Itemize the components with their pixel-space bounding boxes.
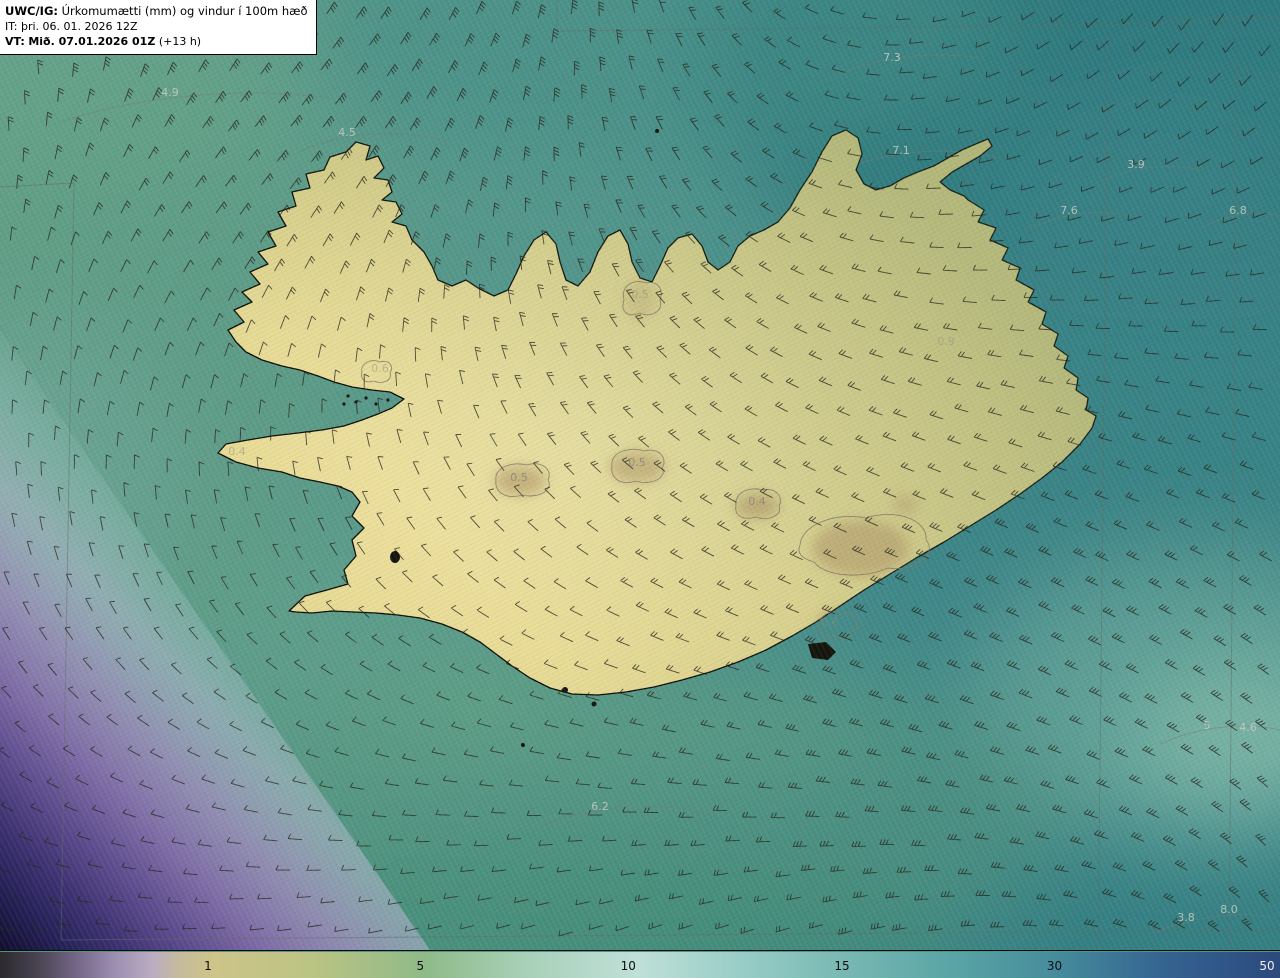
field-value-label: 7.1 xyxy=(892,144,910,157)
field-value-label: 4.5 xyxy=(338,126,356,139)
init-time-value: þri. 06. 01. 2026 12Z xyxy=(20,20,138,34)
colorbar-tick-label: 30 xyxy=(1046,959,1063,973)
field-value-label: 0.9 xyxy=(937,335,955,348)
init-time-label: IT: xyxy=(5,20,18,34)
field-value-label: 0.5 xyxy=(628,456,646,469)
field-value-label: 4.9 xyxy=(161,86,179,99)
field-value-label: 0.5 xyxy=(510,471,528,484)
colorbar-tick-label: 15 xyxy=(834,959,850,973)
field-value-label: 0.5 xyxy=(631,288,649,301)
field-value-label: 3.9 xyxy=(1127,158,1145,171)
field-value-label: 7.3 xyxy=(883,51,901,64)
field-value-label: 7.6 xyxy=(1060,204,1078,217)
colorbar-gradient xyxy=(0,952,1280,978)
field-value-label: 6.8 xyxy=(1229,204,1247,217)
field-value-label: 6.2 xyxy=(591,800,609,813)
precip-colorbar: 1 5 10 15 30 50 xyxy=(0,950,1280,978)
weather-map: 4.9 4.5 7.3 7.1 3.9 7.6 6.8 0.5 0.9 0.6 0.4 0.5 0.5 0… xyxy=(0,0,1280,950)
valid-time-offset: (+13 h) xyxy=(158,35,202,49)
valid-time-label: VT: xyxy=(5,35,25,49)
field-value-label: 0.4 xyxy=(748,495,766,508)
colorbar-tick-label: 1 xyxy=(204,959,212,973)
weather-map-viewport: 4.9 4.5 7.3 7.1 3.9 7.6 6.8 0.5 0.9 0.6 0.4 0.5 0.5 0… xyxy=(0,0,1280,978)
colorbar-tick-label: 10 xyxy=(620,959,636,973)
field-value-label: 0.6 xyxy=(371,362,389,375)
field-value-label: 0.4 xyxy=(228,445,246,458)
field-value-label: 3.8 xyxy=(1177,911,1195,924)
valid-time-line: VT: Mið. 07.01.2026 01Z (+13 h) xyxy=(5,34,308,49)
field-value-label: 8.0 xyxy=(1220,903,1238,916)
colorbar-tick-label: 50 xyxy=(1259,959,1275,973)
field-value-label: 5 xyxy=(1204,719,1211,732)
field-value-label: 4.6 xyxy=(1239,721,1257,734)
valid-time-value: Mið. 07.01.2026 01Z xyxy=(28,35,156,49)
product-title-line: UWC/IG: Úrkomumætti (mm) og vindur í 100… xyxy=(5,3,308,19)
init-time-line: IT: þri. 06. 01. 2026 12Z xyxy=(5,19,308,34)
product-label: UWC/IG: xyxy=(5,4,58,18)
field-value-label: 0.6 xyxy=(821,616,839,629)
product-title: Úrkomumætti (mm) og vindur í 100m hæð xyxy=(61,4,308,18)
colorbar-tick-label: 5 xyxy=(416,959,425,973)
forecast-info-panel: UWC/IG: Úrkomumætti (mm) og vindur í 100… xyxy=(0,0,317,55)
